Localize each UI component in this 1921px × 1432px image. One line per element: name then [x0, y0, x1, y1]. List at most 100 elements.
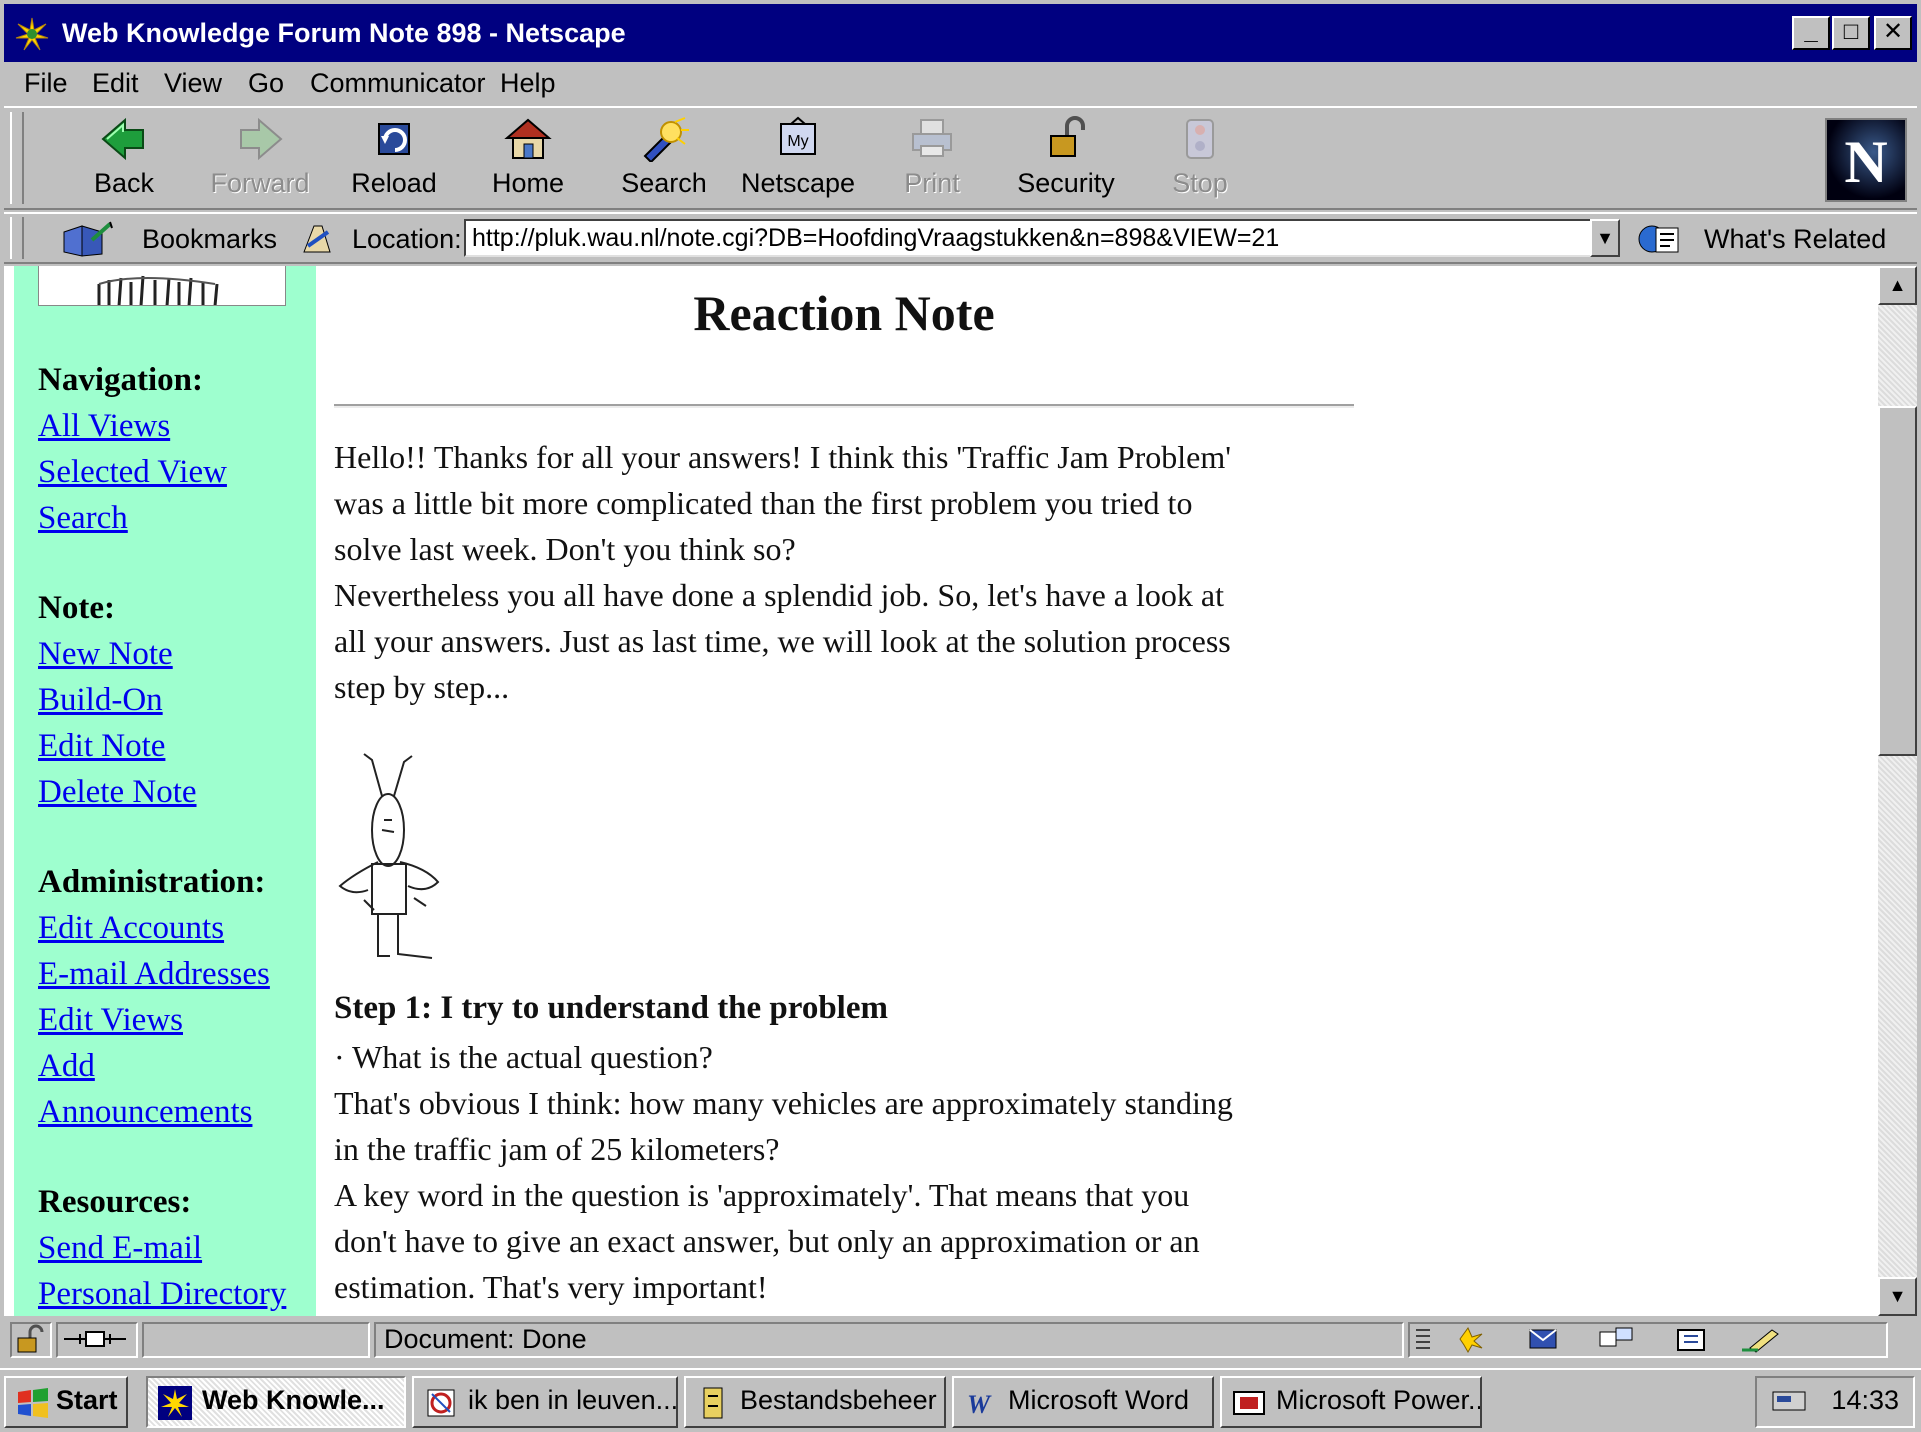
menu-view[interactable]: View	[164, 68, 222, 99]
task-microsoft-powerpoint[interactable]: Microsoft Power...	[1220, 1376, 1482, 1428]
task-label: Microsoft Word	[1008, 1385, 1190, 1415]
forward-label: Forward	[210, 168, 310, 198]
printer-icon	[912, 119, 952, 157]
task-explorer[interactable]: ik ben in leuven...	[412, 1376, 678, 1428]
print-button[interactable]: Print	[872, 116, 992, 206]
address-book-icon	[1677, 1329, 1705, 1351]
forward-arrow-icon	[240, 117, 283, 161]
back-button[interactable]: Back	[64, 116, 184, 206]
reload-button[interactable]: Reload	[334, 116, 454, 206]
minimize-button[interactable]: _	[1792, 16, 1830, 50]
home-button[interactable]: Home	[468, 116, 588, 206]
search-button[interactable]: Search	[604, 116, 724, 206]
url-input[interactable]	[464, 219, 1592, 257]
forward-button[interactable]: Forward	[200, 116, 320, 206]
stop-icon	[1186, 119, 1214, 159]
connection-plug-icon	[64, 1331, 126, 1347]
connection-status-cell[interactable]	[56, 1322, 138, 1358]
stop-button[interactable]: Stop	[1140, 116, 1260, 206]
link-edit-note[interactable]: Edit Note	[38, 728, 165, 765]
link-announcements[interactable]: Announcements	[38, 1094, 252, 1131]
link-build-on[interactable]: Build-On	[38, 682, 163, 719]
location-label: Location:	[352, 224, 462, 254]
link-edit-views[interactable]: Edit Views	[38, 1002, 183, 1039]
intro-line: solve last week. Don't you think so?	[334, 531, 796, 567]
print-label: Print	[904, 168, 960, 198]
bookmarks-icon[interactable]	[62, 220, 118, 258]
intro-line: was a little bit more complicated than t…	[334, 485, 1193, 521]
padlock-icon	[1050, 116, 1085, 157]
step1-line: don't have to give an exact answer, but …	[334, 1223, 1200, 1259]
toolbar-grip[interactable]	[10, 112, 24, 204]
location-toolbar-grip[interactable]	[10, 217, 24, 259]
location-toolbar: Bookmarks Location: ▼ What's Related	[4, 212, 1917, 264]
intro-line: Hello!! Thanks for all your answers! I t…	[334, 439, 1232, 475]
location-page-icon[interactable]	[300, 222, 334, 256]
link-add[interactable]: Add	[38, 1048, 95, 1085]
forum-sidebar: Navigation: All Views Selected View Sear…	[14, 266, 316, 1316]
component-bar	[1408, 1322, 1888, 1358]
link-search[interactable]: Search	[38, 500, 128, 537]
task-netscape[interactable]: Web Knowle...	[146, 1376, 406, 1428]
forum-logo-image	[38, 266, 286, 306]
close-button[interactable]: ✕	[1874, 16, 1912, 50]
menu-file[interactable]: File	[24, 68, 68, 99]
navigator-icon	[1459, 1327, 1483, 1354]
link-edit-accounts[interactable]: Edit Accounts	[38, 910, 224, 947]
windows-logo-icon	[18, 1388, 48, 1418]
task-label: Bestandsbeheer	[740, 1385, 937, 1415]
scroll-down-button[interactable]: ▼	[1878, 1277, 1917, 1316]
intro-line: Nevertheless you all have done a splendi…	[334, 577, 1224, 613]
file-cabinet-task-icon	[703, 1387, 723, 1419]
whats-related-button[interactable]: What's Related	[1704, 224, 1886, 255]
step1-line: in the traffic jam of 25 kilometers?	[334, 1131, 780, 1167]
composer-icon	[1742, 1329, 1779, 1353]
menu-help[interactable]: Help	[500, 68, 556, 99]
vertical-scrollbar[interactable]: ▲ ▼	[1878, 266, 1917, 1316]
resources-heading: Resources:	[38, 1184, 192, 1220]
security-status-cell[interactable]	[10, 1322, 52, 1358]
system-tray: 14:33	[1755, 1376, 1915, 1428]
search-label: Search	[621, 168, 707, 198]
stop-label: Stop	[1172, 168, 1228, 198]
back-arrow-icon	[101, 117, 144, 161]
menu-edit[interactable]: Edit	[92, 68, 139, 99]
windows-taskbar: Start Web Knowle... ik ben in leuven... …	[0, 1368, 1921, 1432]
task-label: Microsoft Power...	[1276, 1385, 1482, 1415]
reload-label: Reload	[351, 168, 437, 198]
link-delete-note[interactable]: Delete Note	[38, 774, 197, 811]
progress-cell	[142, 1322, 370, 1358]
link-personal-directory[interactable]: Personal Directory	[38, 1276, 286, 1313]
link-all-views[interactable]: All Views	[38, 408, 170, 445]
padlock-open-icon	[17, 1324, 44, 1353]
svg-text:My: My	[787, 133, 808, 150]
bookmarks-button[interactable]: Bookmarks	[142, 224, 277, 255]
task-file-manager[interactable]: Bestandsbeheer	[684, 1376, 946, 1428]
menu-go[interactable]: Go	[248, 68, 284, 99]
start-button[interactable]: Start	[4, 1376, 128, 1428]
whats-related-icon[interactable]	[1636, 220, 1684, 258]
link-new-note[interactable]: New Note	[38, 636, 173, 673]
netscape-logo[interactable]: N	[1825, 118, 1907, 202]
pc-card-tray-icon[interactable]	[1771, 1388, 1809, 1414]
note-heading: Note:	[38, 590, 115, 626]
scroll-thumb[interactable]	[1878, 406, 1917, 756]
task-microsoft-word[interactable]: W Microsoft Word	[952, 1376, 1214, 1428]
scroll-up-button[interactable]: ▲	[1878, 266, 1917, 305]
start-label: Start	[56, 1385, 118, 1415]
link-selected-view[interactable]: Selected View	[38, 454, 227, 491]
link-email-addresses[interactable]: E-mail Addresses	[38, 956, 270, 993]
link-send-email[interactable]: Send E-mail	[38, 1230, 202, 1267]
my-netscape-icon: My	[780, 116, 816, 155]
security-button[interactable]: Security	[1006, 116, 1126, 206]
netscape-task-icon	[158, 1386, 192, 1420]
url-history-dropdown[interactable]: ▼	[1590, 219, 1620, 257]
newsgroups-icon	[1599, 1327, 1633, 1347]
clock[interactable]: 14:33	[1831, 1385, 1899, 1415]
my-netscape-button[interactable]: My Netscape	[738, 116, 858, 206]
menu-communicator[interactable]: Communicator	[310, 68, 486, 99]
netscape-app-icon	[12, 14, 52, 54]
maximize-button[interactable]: □	[1832, 16, 1870, 50]
window-titlebar[interactable]: Web Knowledge Forum Note 898 - Netscape …	[4, 4, 1917, 62]
navigation-toolbar: Back Forward Reload Home Search My Netsc…	[4, 106, 1917, 210]
